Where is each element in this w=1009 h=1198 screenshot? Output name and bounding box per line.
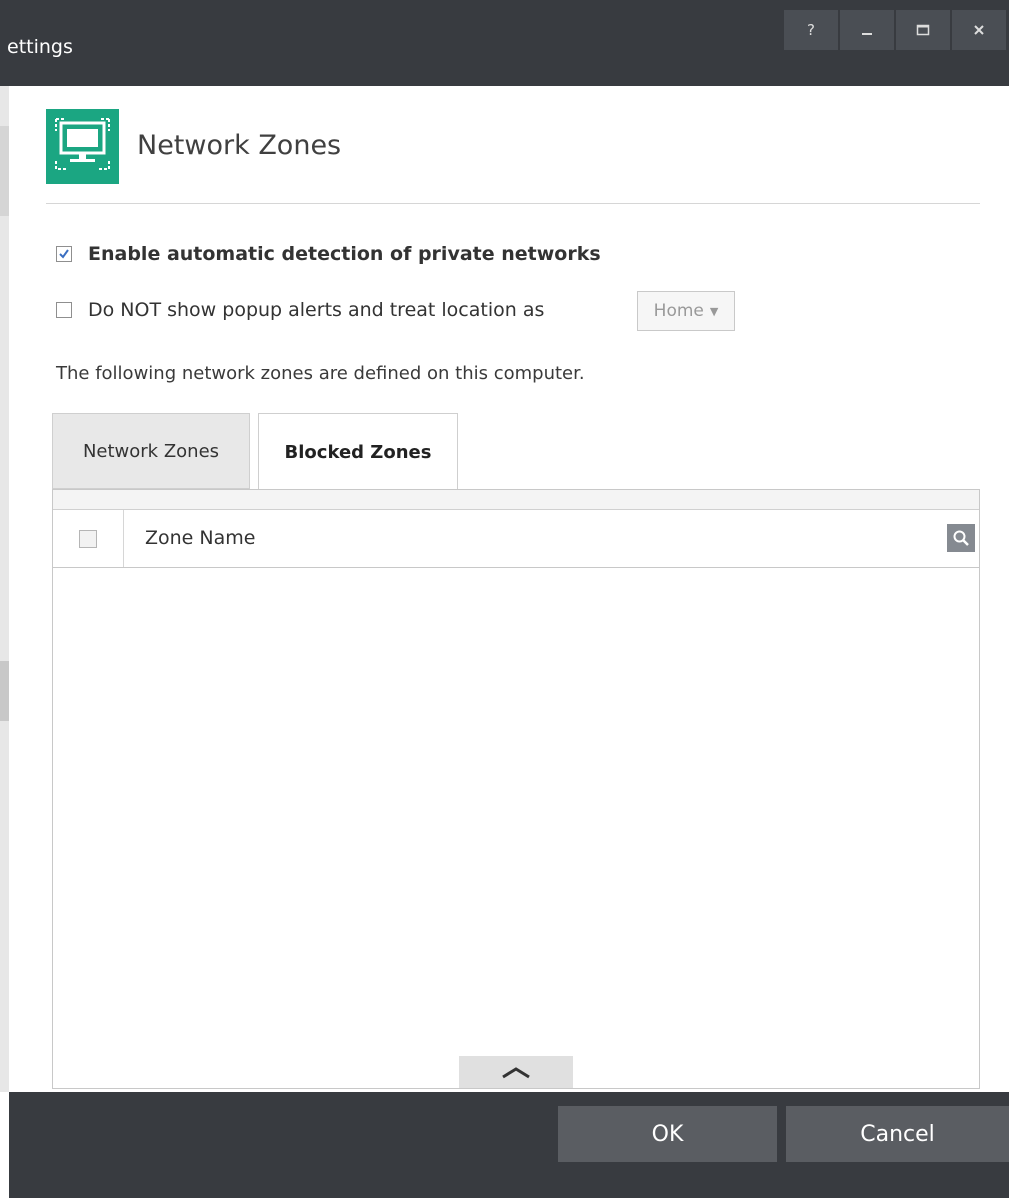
maximize-icon	[916, 24, 930, 36]
auto-detect-checkbox[interactable]	[56, 246, 72, 262]
auto-detect-option[interactable]: Enable automatic detection of private ne…	[56, 243, 601, 265]
table-header: Zone Name	[53, 510, 979, 568]
left-sidebar-edge	[0, 86, 9, 1092]
blocked-zones-panel: Zone Name	[52, 489, 980, 1089]
help-button[interactable]: ?	[784, 10, 838, 50]
minimize-button[interactable]	[840, 10, 894, 50]
close-button[interactable]	[952, 10, 1006, 50]
select-all-checkbox[interactable]	[79, 529, 97, 548]
location-select[interactable]: Home ▼	[637, 291, 735, 331]
footer-bar: OK Cancel	[9, 1092, 1009, 1198]
no-popup-label: Do NOT show popup alerts and treat locat…	[88, 299, 545, 321]
search-button[interactable]	[947, 524, 975, 552]
cancel-button[interactable]: Cancel	[786, 1106, 1009, 1162]
column-header-zone-name[interactable]: Zone Name	[145, 527, 255, 549]
minimize-icon	[862, 33, 872, 35]
select-all-cell	[53, 510, 124, 567]
no-popup-checkbox[interactable]	[56, 302, 72, 318]
chevron-up-icon	[502, 1067, 530, 1079]
window-controls: ?	[784, 10, 1008, 50]
tab-blocked-zones[interactable]: Blocked Zones	[258, 413, 458, 491]
network-zones-icon	[46, 109, 119, 184]
auto-detect-label: Enable automatic detection of private ne…	[88, 243, 601, 265]
location-select-value: Home	[653, 301, 704, 321]
no-popup-option[interactable]: Do NOT show popup alerts and treat locat…	[56, 299, 544, 321]
ok-button[interactable]: OK	[558, 1106, 777, 1162]
sidebar-edge-block	[0, 661, 9, 721]
search-icon	[953, 530, 969, 546]
page-title: Network Zones	[137, 130, 342, 161]
zones-description: The following network zones are defined …	[56, 363, 585, 384]
panel-toolbar-strip	[53, 490, 979, 510]
sidebar-edge-block	[0, 126, 9, 216]
maximize-button[interactable]	[896, 10, 950, 50]
title-bar: ettings ?	[0, 0, 1009, 86]
tab-network-zones[interactable]: Network Zones	[52, 413, 250, 489]
close-icon	[974, 25, 984, 35]
chevron-down-icon: ▼	[709, 304, 719, 318]
checkmark-icon	[59, 249, 69, 259]
window-title: ettings	[7, 36, 73, 58]
header-divider	[46, 203, 980, 204]
collapse-button[interactable]	[459, 1056, 573, 1088]
